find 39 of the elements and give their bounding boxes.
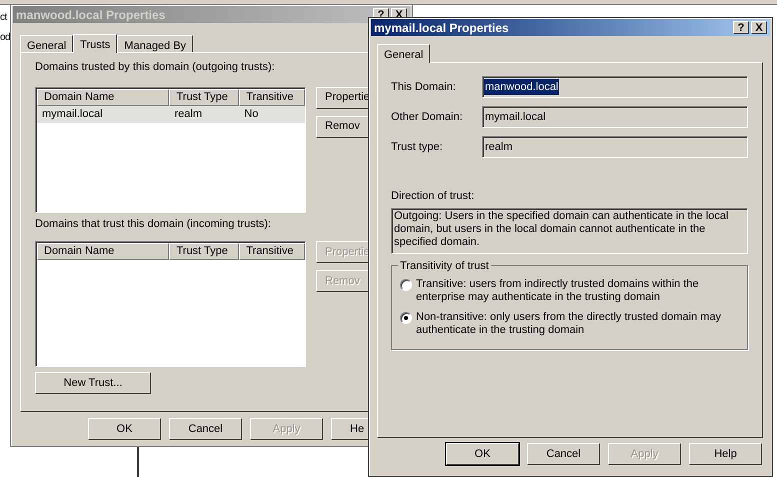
column-header[interactable]: Transitive xyxy=(239,88,305,106)
column-header[interactable]: Domain Name xyxy=(37,88,170,106)
window-text: ct xyxy=(0,12,8,24)
list-row[interactable]: mymail.local realm No xyxy=(37,106,305,122)
text-field[interactable]: realm xyxy=(482,136,748,158)
field-label: Other Domain: xyxy=(391,110,464,125)
text-field[interactable]: mymail.local xyxy=(482,106,748,128)
column-header[interactable]: Domain Name xyxy=(37,243,170,260)
table-cell-text: mymail.local xyxy=(41,106,104,122)
tab[interactable]: Managed By xyxy=(117,35,194,52)
tab[interactable]: General xyxy=(20,35,74,52)
dialog-button[interactable]: Cancel xyxy=(169,418,242,440)
table-cell-text: realm xyxy=(174,106,204,122)
tab[interactable]: Trusts xyxy=(73,34,118,53)
dialog-button[interactable]: Help xyxy=(689,443,762,465)
tab[interactable]: General xyxy=(377,44,430,63)
radio-button[interactable] xyxy=(400,278,412,290)
close-button[interactable]: X xyxy=(751,21,767,34)
radio-label: Transitive: users from indirectly trusted domains within the enterprise may authenticate in the trusting domain xyxy=(416,278,700,304)
section-label: Direction of trust: xyxy=(391,189,476,204)
column-header[interactable]: Trust Type xyxy=(169,88,240,106)
field-label: Trust type: xyxy=(391,140,444,155)
help-button[interactable]: ? xyxy=(733,21,749,34)
dialog-button[interactable]: Cancel xyxy=(527,443,600,465)
text-field[interactable]: manwood.local xyxy=(482,76,748,98)
window-title: manwood.local Properties xyxy=(16,6,166,24)
new-trust-button[interactable]: New Trust... xyxy=(35,372,151,394)
description-text: Outgoing: Users in the specified domain can authenticate in the local domain, but users in the local domain cannot authenticate in the specified domain. xyxy=(391,208,748,254)
table-cell-text: No xyxy=(243,106,260,122)
section-label: Domains trusted by this domain (outgoing trusts): xyxy=(35,60,276,75)
window-title: mymail.local Properties xyxy=(374,20,509,36)
field-label: This Domain: xyxy=(391,80,457,95)
window-text: od xyxy=(0,32,10,44)
radio-button[interactable] xyxy=(400,312,412,324)
column-header[interactable]: Transitive xyxy=(239,243,305,260)
column-header[interactable]: Trust Type xyxy=(169,243,240,260)
radio-label: Non-transitive: only users from the directly trusted domain may authenticate in the trusting domain xyxy=(416,310,722,336)
dialog-button[interactable]: OK xyxy=(88,418,161,440)
dialog-button[interactable]: OK xyxy=(446,443,519,465)
